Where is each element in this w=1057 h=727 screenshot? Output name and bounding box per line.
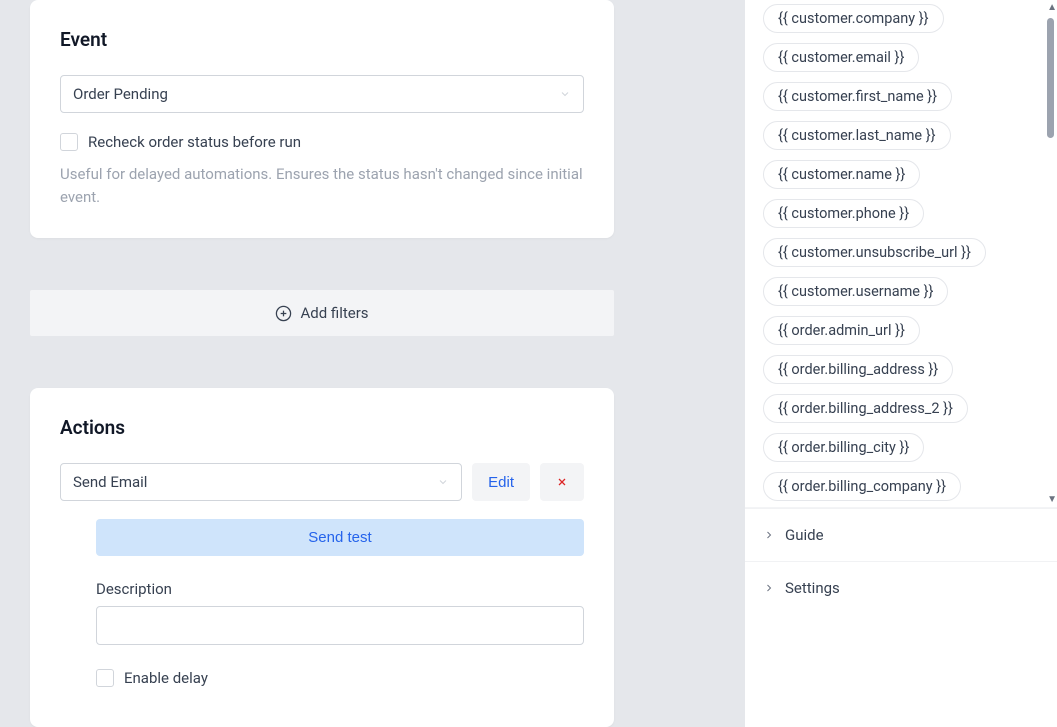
send-test-button[interactable]: Send test (96, 519, 584, 556)
recheck-help-text: Useful for delayed automations. Ensures … (60, 163, 584, 208)
variable-pill[interactable]: {{ customer.phone }} (763, 199, 924, 228)
variable-pill[interactable]: {{ order.billing_company }} (763, 472, 961, 501)
scrollbar-thumb[interactable] (1047, 18, 1054, 138)
chevron-down-icon (437, 476, 449, 488)
variable-pill[interactable]: {{ customer.username }} (763, 277, 948, 306)
add-filters-label: Add filters (300, 304, 368, 322)
close-icon (556, 476, 568, 488)
variable-pill[interactable]: {{ customer.first_name }} (763, 82, 952, 111)
event-title: Event (60, 28, 584, 51)
scroll-down-arrow-icon[interactable]: ▼ (1047, 494, 1057, 505)
guide-accordion[interactable]: Guide (745, 508, 1057, 561)
variable-pill[interactable]: {{ customer.name }} (763, 160, 920, 189)
variable-pill[interactable]: {{ order.admin_url }} (763, 316, 920, 345)
variable-pill[interactable]: {{ customer.unsubscribe_url }} (763, 238, 986, 267)
settings-label: Settings (785, 579, 840, 597)
event-card: Event Order Pending Recheck order status… (30, 0, 614, 238)
variable-pill[interactable]: {{ customer.last_name }} (763, 121, 951, 150)
description-label: Description (96, 580, 584, 598)
scrollbar[interactable] (1044, 18, 1057, 489)
variable-pill[interactable]: {{ order.billing_address }} (763, 355, 953, 384)
recheck-label: Recheck order status before run (88, 133, 301, 151)
edit-button[interactable]: Edit (472, 463, 530, 501)
delete-button[interactable] (540, 463, 584, 501)
chevron-right-icon (763, 529, 775, 541)
add-filters-button[interactable]: Add filters (30, 290, 614, 336)
variable-pill[interactable]: {{ order.billing_city }} (763, 433, 924, 462)
actions-card: Actions Send Email Edit Send test Descri… (30, 388, 614, 727)
chevron-right-icon (763, 582, 775, 594)
guide-label: Guide (785, 526, 824, 544)
right-sidebar: ▲ {{ customer.company }}{{ customer.emai… (744, 0, 1057, 727)
event-select[interactable]: Order Pending (60, 75, 584, 113)
action-select-value: Send Email (73, 473, 147, 491)
chevron-down-icon (559, 88, 571, 100)
recheck-checkbox[interactable] (60, 133, 78, 151)
main-column: Event Order Pending Recheck order status… (0, 0, 744, 727)
description-input[interactable] (96, 606, 584, 645)
variable-pill[interactable]: {{ order.billing_address_2 }} (763, 394, 968, 423)
variable-pill[interactable]: {{ customer.company }} (763, 4, 944, 33)
event-select-value: Order Pending (73, 85, 168, 103)
variables-panel: ▲ {{ customer.company }}{{ customer.emai… (745, 0, 1057, 508)
plus-circle-icon (275, 305, 292, 322)
enable-delay-checkbox[interactable] (96, 669, 114, 687)
variable-pill[interactable]: {{ customer.email }} (763, 43, 919, 72)
actions-title: Actions (60, 416, 584, 439)
enable-delay-label: Enable delay (124, 669, 208, 687)
action-body: Send test Description Enable delay (96, 519, 584, 687)
settings-accordion[interactable]: Settings (745, 561, 1057, 614)
action-type-select[interactable]: Send Email (60, 463, 462, 501)
